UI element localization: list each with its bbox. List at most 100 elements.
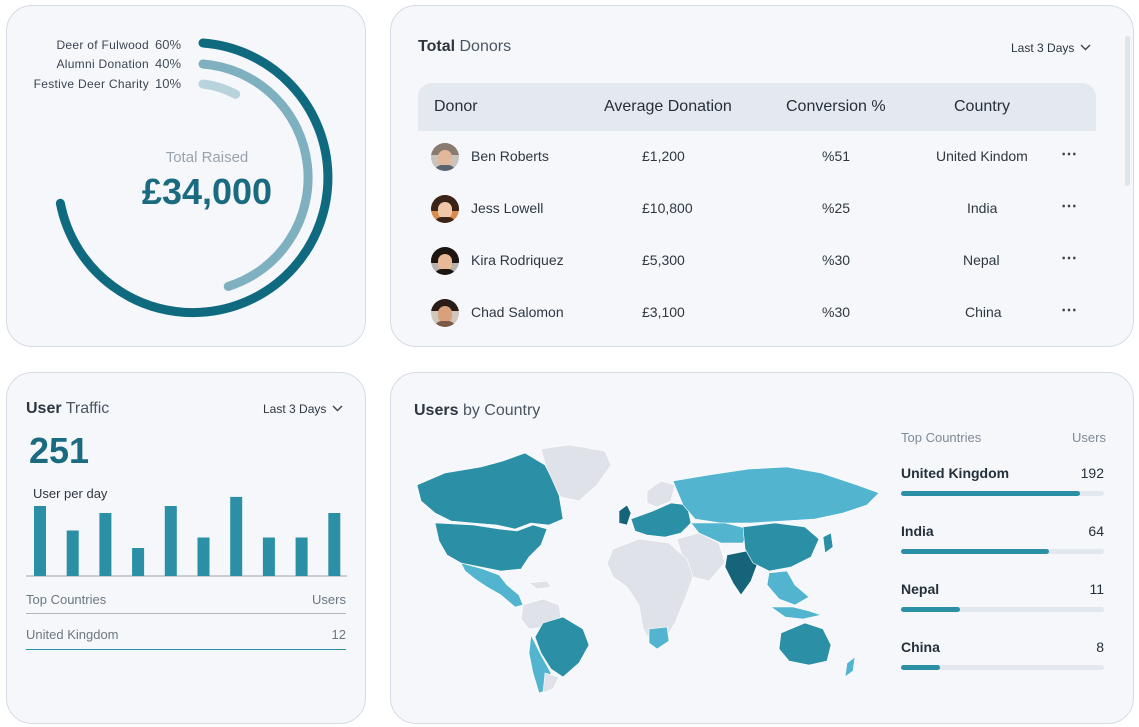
average-donation: £3,100 bbox=[642, 304, 685, 320]
column-header-conversion[interactable]: Conversion % bbox=[786, 98, 886, 116]
country-users: 192 bbox=[1080, 465, 1104, 481]
map-region-japan[interactable] bbox=[822, 532, 834, 554]
table-row[interactable]: Kira Rodriquez £5,300 %30 Nepal ⋯ bbox=[418, 235, 1108, 287]
ring-arc-festive-deer-charity bbox=[198, 79, 241, 99]
progress-track bbox=[901, 549, 1104, 554]
avatar bbox=[431, 143, 459, 171]
avatar bbox=[431, 299, 459, 327]
legend-percent: 40% bbox=[155, 56, 182, 71]
total-raised-label: Total Raised bbox=[165, 149, 249, 166]
donors-title: Total Donors bbox=[418, 38, 511, 56]
map-region-southeast-asia[interactable] bbox=[766, 570, 810, 606]
progress-fill bbox=[901, 665, 940, 670]
progress-track bbox=[901, 607, 1104, 612]
legend-name: Alumni Donation bbox=[56, 56, 149, 71]
traffic-bar bbox=[66, 530, 79, 576]
map-region-argentina[interactable] bbox=[542, 672, 560, 694]
divider bbox=[26, 613, 346, 614]
traffic-bar-chart bbox=[26, 496, 347, 577]
conversion: %25 bbox=[822, 200, 851, 216]
more-options-icon[interactable]: ⋯ bbox=[1061, 248, 1078, 268]
traffic-bar bbox=[295, 537, 308, 576]
world-map[interactable] bbox=[391, 373, 891, 724]
average-donation: £1,200 bbox=[642, 148, 685, 164]
country-users: 64 bbox=[1088, 523, 1104, 539]
map-region-canada[interactable] bbox=[416, 452, 564, 530]
country-name: Nepal bbox=[901, 581, 940, 597]
column-header-country[interactable]: Country bbox=[954, 98, 1010, 116]
more-options-icon[interactable]: ⋯ bbox=[1061, 144, 1078, 164]
donor-name: Ben Roberts bbox=[471, 148, 549, 164]
country: Nepal bbox=[963, 252, 1000, 268]
country-name: India bbox=[901, 523, 934, 539]
traffic-bar bbox=[164, 506, 177, 576]
column-header-average-donation[interactable]: Average Donation bbox=[604, 98, 732, 116]
table-row[interactable]: Ben Roberts £1,200 %51 United Kindom ⋯ bbox=[418, 131, 1108, 183]
traffic-bar bbox=[99, 513, 112, 576]
legend-name: Festive Deer Charity bbox=[33, 76, 149, 91]
progress-track bbox=[901, 665, 1104, 670]
avatar bbox=[431, 247, 459, 275]
donors-range-dropdown[interactable]: Last 3 Days bbox=[1011, 41, 1091, 55]
user-traffic-card: User Traffic Last 3 Days 251 User per da… bbox=[6, 372, 366, 724]
country-users: 11 bbox=[1089, 581, 1104, 597]
map-region-australia[interactable] bbox=[778, 622, 832, 666]
country-users: 8 bbox=[1096, 639, 1104, 655]
legend-row-festive-deer-charity: Festive Deer Charity 10% bbox=[7, 76, 181, 91]
total-raised-card: Deer of Fulwood 60% Alumni Donation 40% … bbox=[6, 5, 366, 347]
country: China bbox=[965, 304, 1002, 320]
map-region-united-kingdom[interactable] bbox=[618, 504, 632, 526]
country-name: United Kingdom bbox=[901, 465, 1010, 481]
top-countries-users-label: Users bbox=[1072, 430, 1106, 445]
map-region-russia[interactable] bbox=[672, 466, 880, 524]
traffic-bar bbox=[34, 506, 46, 576]
map-region-new-zealand[interactable] bbox=[844, 656, 856, 678]
top-countries-header: Top Countries Users bbox=[901, 430, 1106, 445]
traffic-footer-country: United Kingdom bbox=[26, 627, 119, 642]
conversion: %30 bbox=[822, 304, 851, 320]
more-options-icon[interactable]: ⋯ bbox=[1061, 300, 1078, 320]
donors-title-rest: Donors bbox=[459, 38, 512, 55]
map-region-china[interactable] bbox=[742, 522, 820, 572]
donor-name: Kira Rodriquez bbox=[471, 252, 564, 268]
progress-fill bbox=[901, 491, 1080, 496]
traffic-footer-row[interactable]: United Kingdom 12 bbox=[26, 627, 346, 642]
conversion: %30 bbox=[822, 252, 851, 268]
progress-fill bbox=[901, 549, 1050, 554]
country: United Kindom bbox=[936, 148, 1028, 164]
legend-percent: 10% bbox=[155, 76, 182, 91]
legend-row-alumni-donation: Alumni Donation 40% bbox=[7, 56, 181, 71]
traffic-footer-users: 12 bbox=[331, 627, 346, 642]
users-by-country-card: Users by Country Top Countries Users Uni… bbox=[390, 372, 1134, 724]
average-donation: £5,300 bbox=[642, 252, 685, 268]
map-region-europe[interactable] bbox=[630, 502, 692, 538]
country: India bbox=[967, 200, 998, 216]
map-region-caribbean[interactable] bbox=[528, 580, 552, 590]
traffic-bar bbox=[230, 496, 243, 576]
country-name: China bbox=[901, 639, 940, 655]
table-row[interactable]: Jess Lowell £10,800 %25 India ⋯ bbox=[418, 183, 1108, 235]
column-header-donor[interactable]: Donor bbox=[434, 98, 478, 116]
traffic-bar bbox=[328, 513, 341, 576]
legend-row-deer-of-fulwood: Deer of Fulwood 60% bbox=[7, 37, 181, 52]
donors-range-label: Last 3 Days bbox=[1011, 41, 1075, 55]
traffic-bar bbox=[262, 537, 275, 576]
average-donation: £10,800 bbox=[642, 200, 693, 216]
traffic-bar bbox=[197, 537, 210, 576]
map-region-usa[interactable] bbox=[434, 522, 548, 572]
divider bbox=[26, 649, 346, 650]
traffic-bar bbox=[132, 548, 145, 576]
legend-percent: 60% bbox=[155, 37, 182, 52]
map-region-indonesia[interactable] bbox=[770, 606, 823, 620]
legend-name: Deer of Fulwood bbox=[56, 37, 149, 52]
traffic-footer-col-users: Users bbox=[312, 592, 346, 607]
more-options-icon[interactable]: ⋯ bbox=[1061, 196, 1078, 216]
traffic-footer-col-country: Top Countries bbox=[26, 592, 107, 607]
table-scrollbar[interactable] bbox=[1125, 36, 1130, 186]
donors-title-bold: Total bbox=[418, 38, 456, 55]
top-countries-label: Top Countries bbox=[901, 430, 982, 445]
chevron-down-icon bbox=[1080, 42, 1091, 54]
map-region-south-africa[interactable] bbox=[648, 626, 670, 650]
table-row[interactable]: Chad Salomon £3,100 %30 China ⋯ bbox=[418, 287, 1108, 339]
donor-name: Chad Salomon bbox=[471, 304, 564, 320]
